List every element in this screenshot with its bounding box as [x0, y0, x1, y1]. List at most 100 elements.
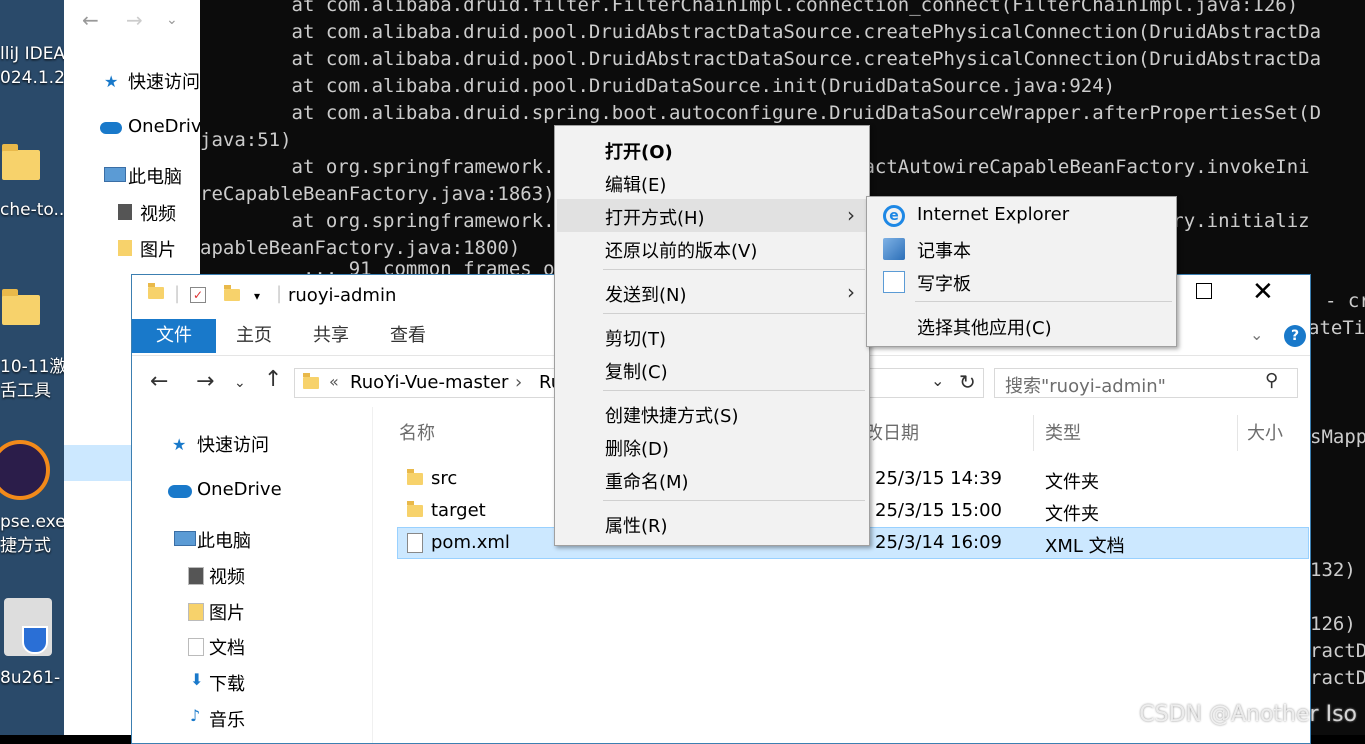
back-nav-quick-access[interactable]: 快速访问: [128, 68, 200, 94]
nav-downloads[interactable]: 下载: [209, 670, 245, 696]
tab-file[interactable]: 文件: [132, 319, 216, 353]
nav-quick-access[interactable]: 快速访问: [197, 431, 269, 457]
tab-share[interactable]: 共享: [313, 319, 349, 353]
file-type: 文件夹: [1045, 504, 1099, 525]
nav-documents[interactable]: 文档: [209, 634, 245, 660]
back-arrow-icon[interactable]: ←: [150, 369, 168, 394]
window-title: ruoyi-admin: [288, 285, 397, 306]
nav-this-pc[interactable]: 此电脑: [197, 527, 251, 553]
menu-item-label: 还原以前的版本(V): [605, 241, 758, 262]
up-arrow-icon[interactable]: ↑: [264, 367, 282, 392]
menu-item-properties[interactable]: 属性(R): [557, 507, 867, 540]
back-nav-videos[interactable]: 视频: [140, 200, 176, 226]
column-separator[interactable]: [1033, 415, 1034, 451]
desktop-label: 8u261-: [0, 668, 61, 688]
menu-item-label: 重命名(M): [605, 472, 689, 493]
nav-videos[interactable]: 视频: [209, 563, 245, 589]
menu-item-edit[interactable]: 编辑(E): [557, 166, 867, 199]
address-dropdown-icon[interactable]: ⌄: [931, 371, 944, 390]
chevron-down-icon[interactable]: ⌄: [166, 12, 178, 28]
submenu-item-label: 选择其他应用(C): [917, 318, 1052, 339]
search-box[interactable]: 搜索"ruoyi-admin" ⚲: [994, 368, 1298, 398]
maximize-icon[interactable]: [1196, 283, 1212, 299]
breadcrumb-overflow[interactable]: «: [329, 372, 339, 391]
desktop-label: 024.1.2: [0, 68, 64, 88]
file-name: target: [431, 500, 486, 521]
column-name[interactable]: 名称: [399, 419, 435, 445]
tab-home[interactable]: 主页: [236, 319, 272, 353]
breadcrumb-item[interactable]: RuoYi-Vue-master: [350, 372, 508, 393]
close-icon[interactable]: ✕: [1252, 277, 1274, 307]
menu-item-delete[interactable]: 删除(D): [557, 430, 867, 463]
help-icon[interactable]: ?: [1284, 325, 1306, 347]
properties-icon[interactable]: ✓: [190, 287, 206, 303]
divider: |: [276, 283, 283, 304]
menu-separator: [603, 390, 865, 391]
menu-item-open-with[interactable]: 打开方式(H) ›: [557, 199, 867, 232]
navigation-pane: ★ 快速访问 OneDrive 此电脑 视频 图片 文档 ⬇ 下载 ♪ 音乐: [132, 407, 372, 743]
xml-file-icon: [407, 533, 423, 553]
menu-item-rename[interactable]: 重命名(M): [557, 463, 867, 496]
star-icon: ★: [172, 435, 187, 454]
menu-item-restore-versions[interactable]: 还原以前的版本(V): [557, 232, 867, 265]
console-fragment: ractDa: [1310, 667, 1365, 689]
submenu-item-wordpad[interactable]: 写字板: [869, 265, 1174, 298]
menu-item-send-to[interactable]: 发送到(N) ›: [557, 276, 867, 309]
console-fragment: 126): [1310, 613, 1356, 635]
back-nav-pictures[interactable]: 图片: [140, 236, 176, 262]
submenu-item-choose-other-app[interactable]: 选择其他应用(C): [869, 309, 1174, 342]
column-size[interactable]: 大小: [1247, 419, 1283, 445]
refresh-icon[interactable]: ↻: [959, 370, 976, 394]
java-installer-icon[interactable]: [4, 598, 52, 656]
tab-view[interactable]: 查看: [390, 319, 426, 353]
recent-dropdown-icon[interactable]: ⌄: [234, 375, 246, 391]
back-arrow-icon[interactable]: ←: [82, 8, 99, 32]
console-fragment: 132): [1310, 559, 1356, 581]
folder-icon: [407, 469, 423, 485]
menu-item-cut[interactable]: 剪切(T): [557, 320, 867, 353]
desktop-label: 捷方式: [0, 536, 51, 556]
eclipse-icon[interactable]: [0, 440, 50, 500]
forward-arrow-icon[interactable]: →: [126, 8, 143, 32]
desktop-label: lliJ IDEA: [0, 44, 64, 64]
file-date: 25/3/15 14:39: [875, 468, 1002, 489]
menu-item-copy[interactable]: 复制(C): [557, 353, 867, 386]
file-name: src: [431, 468, 458, 489]
menu-item-open[interactable]: 打开(O): [557, 133, 867, 166]
nav-music[interactable]: 音乐: [209, 706, 245, 732]
breadcrumb-separator[interactable]: ›: [515, 372, 522, 393]
new-folder-icon[interactable]: [224, 285, 240, 301]
back-nav-this-pc[interactable]: 此电脑: [128, 163, 182, 189]
submenu-item-internet-explorer[interactable]: e Internet Explorer: [869, 199, 1174, 232]
menu-item-label: 编辑(E): [605, 175, 667, 196]
search-icon[interactable]: ⚲: [1265, 370, 1278, 391]
menu-item-label: 删除(D): [605, 439, 669, 460]
search-input[interactable]: 搜索"ruoyi-admin": [1005, 372, 1166, 398]
pictures-icon: [118, 240, 132, 256]
column-separator[interactable]: [1237, 415, 1238, 451]
chevron-right-icon: ›: [847, 203, 855, 227]
nav-onedrive[interactable]: OneDrive: [197, 479, 282, 500]
chevron-down-icon[interactable]: ▾: [254, 289, 260, 303]
file-type: XML 文档: [1045, 536, 1125, 557]
menu-item-create-shortcut[interactable]: 创建快捷方式(S): [557, 397, 867, 430]
context-menu: 打开(O) 编辑(E) 打开方式(H) › 还原以前的版本(V) 发送到(N) › …: [554, 125, 870, 546]
notepad-icon: [883, 238, 905, 260]
console-fragment: - cr: [1325, 290, 1365, 312]
menu-item-label: 发送到(N): [605, 285, 687, 306]
folder-icon: [303, 373, 319, 389]
ribbon-expand-icon[interactable]: ⌄: [1250, 325, 1263, 344]
column-type[interactable]: 类型: [1045, 419, 1081, 445]
back-nav-onedrive[interactable]: OneDriv: [128, 116, 200, 137]
folder-icon: [148, 283, 164, 299]
forward-arrow-icon[interactable]: →: [196, 369, 214, 394]
submenu-item-notepad[interactable]: 记事本: [869, 232, 1174, 265]
computer-icon: [174, 531, 196, 546]
console-line: at com.alibaba.druid.spring.boot.autocon…: [200, 102, 1322, 124]
folder-icon[interactable]: [2, 144, 40, 180]
folder-icon[interactable]: [2, 289, 40, 325]
internet-explorer-icon: e: [883, 205, 905, 227]
console-line: at com.alibaba.druid.pool.DruidAbstractD…: [200, 21, 1322, 43]
nav-pictures[interactable]: 图片: [209, 599, 245, 625]
column-date[interactable]: 改日期: [865, 419, 919, 445]
